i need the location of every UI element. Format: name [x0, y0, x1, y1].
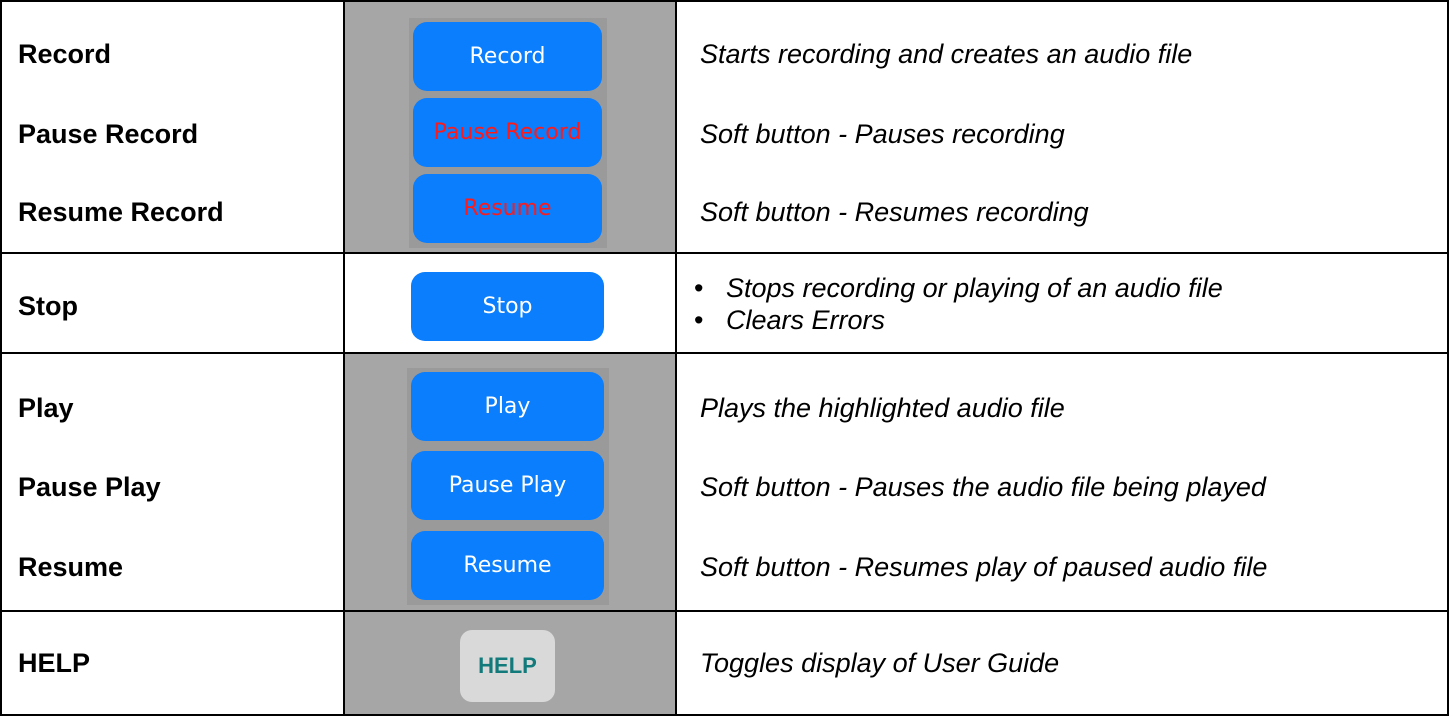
bullet-icon: • [694, 305, 704, 335]
desc-stop-list: • Stops recording or playing of an audio … [690, 272, 1223, 336]
stop-button[interactable]: Stop [411, 272, 604, 341]
row-divider [0, 610, 1449, 612]
pause-record-button[interactable]: Pause Record [413, 98, 602, 167]
desc-help: Toggles display of User Guide [700, 648, 1060, 678]
desc-stop-item: • Stops recording or playing of an audio … [690, 272, 1223, 304]
table-border-left [0, 0, 2, 716]
help-button[interactable]: HELP [460, 630, 555, 702]
label-help: HELP [18, 648, 91, 678]
play-button[interactable]: Play [411, 372, 604, 441]
desc-stop-text: Stops recording or playing of an audio f… [726, 273, 1223, 303]
label-play: Play [18, 393, 74, 423]
pause-play-button[interactable]: Pause Play [411, 451, 604, 520]
desc-play: Plays the highlighted audio file [700, 393, 1065, 423]
row-divider [0, 352, 1449, 354]
column-divider [343, 0, 345, 716]
desc-resume-record: Soft button - Resumes recording [700, 197, 1089, 227]
label-resume: Resume [18, 552, 124, 582]
desc-pause-play: Soft button - Pauses the audio file bein… [700, 472, 1266, 502]
table-border-top [0, 0, 1449, 2]
label-stop: Stop [18, 291, 78, 321]
desc-stop-text: Clears Errors [726, 305, 886, 335]
label-pause-play: Pause Play [18, 472, 161, 502]
bullet-icon: • [694, 273, 704, 303]
table-border-right [1447, 0, 1449, 716]
label-resume-record: Resume Record [18, 197, 224, 227]
desc-resume: Soft button - Resumes play of paused aud… [700, 552, 1268, 582]
resume-button[interactable]: Resume [411, 531, 604, 600]
desc-record: Starts recording and creates an audio fi… [700, 39, 1193, 69]
resume-record-button[interactable]: Resume [413, 174, 602, 243]
label-record: Record [18, 39, 112, 69]
table-border-bottom [0, 714, 1449, 716]
record-button[interactable]: Record [413, 22, 602, 91]
button-guide-table: Record Pause Record Resume Record Record… [0, 0, 1449, 716]
desc-stop-item: • Clears Errors [690, 304, 1223, 336]
row-divider [0, 252, 1449, 254]
column-divider [675, 0, 677, 716]
label-pause-record: Pause Record [18, 119, 199, 149]
desc-pause-record: Soft button - Pauses recording [700, 119, 1065, 149]
